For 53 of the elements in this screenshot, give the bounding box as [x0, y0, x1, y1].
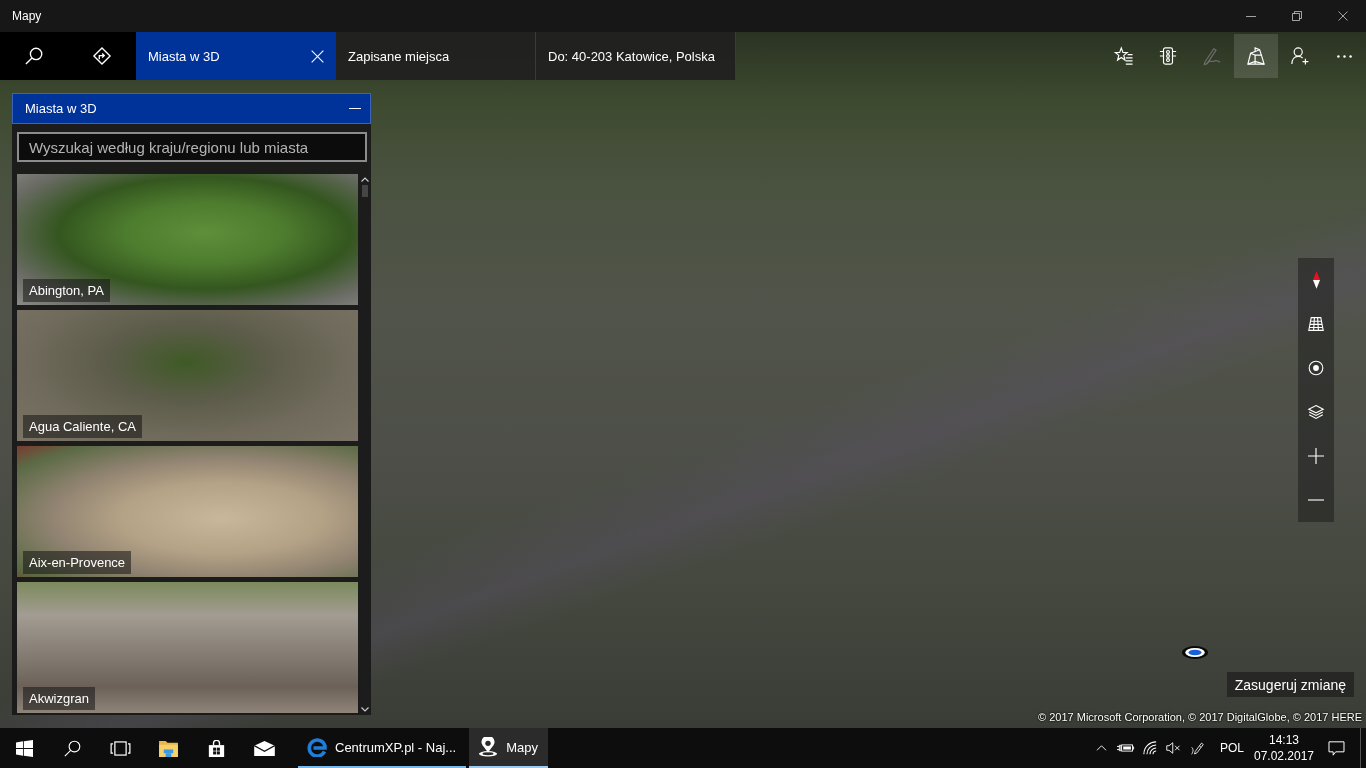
map-pin-icon [478, 737, 499, 757]
city-tile[interactable]: Agua Caliente, CA [17, 310, 358, 441]
minimize-icon [349, 108, 361, 109]
location-icon [1308, 360, 1324, 376]
close-icon [1338, 11, 1348, 21]
browser-taskbar-button[interactable]: CentrumXP.pl - Naj... [298, 728, 467, 768]
tab[interactable]: Miasta w 3D [136, 32, 336, 80]
city-name: Akwizgran [23, 687, 95, 710]
chevron-up-icon [1096, 745, 1108, 751]
copyright-text: © 2017 Microsoft Corporation, © 2017 DigitalGlobe, © 2017 HERE [1038, 711, 1362, 723]
search-icon [63, 739, 81, 757]
layers-icon [1308, 404, 1324, 420]
tab[interactable]: Zapisane miejsca [336, 32, 536, 80]
city-name: Abington, PA [23, 279, 110, 302]
city-name: Aix-en-Provence [23, 551, 132, 574]
city-name: Agua Caliente, CA [23, 415, 142, 438]
cities-3d-button[interactable] [1234, 34, 1278, 78]
clock[interactable]: 14:13 07.02.2017 [1252, 728, 1316, 768]
city-tile[interactable]: Abington, PA [17, 174, 358, 305]
minus-icon [1308, 499, 1324, 501]
suggest-change-button[interactable]: Zasugeruj zmianę [1226, 672, 1354, 697]
maps-taskbar-button[interactable]: Mapy [469, 728, 548, 768]
directions-icon [93, 47, 111, 65]
wifi-icon [1143, 741, 1157, 755]
folder-icon [158, 739, 178, 757]
panel-title: Miasta w 3D [25, 101, 97, 116]
search-icon [25, 47, 43, 65]
caret-up-icon [361, 177, 369, 182]
restore-icon [1292, 11, 1302, 21]
location-marker-icon [1182, 646, 1208, 659]
city-tile[interactable]: Akwizgran [17, 582, 358, 713]
envelope-icon [253, 740, 275, 756]
compass-icon [1312, 271, 1320, 289]
battery-plug-icon [1117, 743, 1135, 753]
language-button[interactable]: POL [1210, 728, 1252, 768]
tab[interactable]: Do: 40-203 Katowice, Polska [536, 32, 736, 80]
muted-speaker-icon [1166, 742, 1182, 754]
grid-icon [1308, 316, 1324, 332]
city-tile[interactable]: Aix-en-Provence [17, 446, 358, 577]
minimize-icon [1246, 15, 1256, 17]
pen-icon [1191, 741, 1205, 755]
browser-icon [307, 737, 327, 757]
search-field[interactable]: Wyszukaj według kraju/regionu lub miasta [17, 132, 367, 162]
shopping-bag-icon [207, 739, 225, 757]
task-view-icon [109, 740, 131, 756]
scrollbar[interactable] [360, 174, 370, 715]
close-icon [310, 49, 324, 63]
plus-icon [1308, 448, 1324, 464]
notification-icon [1327, 740, 1345, 756]
start-icon [15, 739, 33, 757]
scrollbar-thumb[interactable] [362, 185, 368, 197]
window-title: Mapy [12, 9, 42, 23]
caret-down-icon [361, 707, 369, 712]
